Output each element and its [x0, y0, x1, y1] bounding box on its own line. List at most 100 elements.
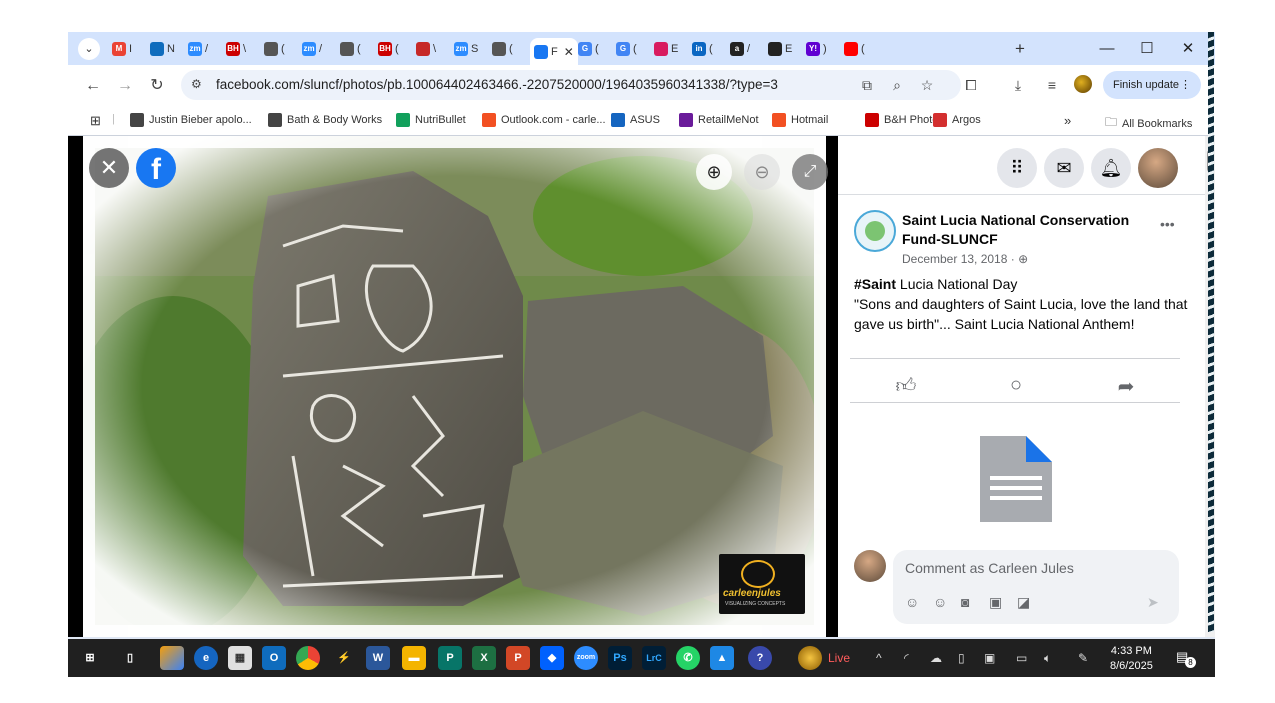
display-icon[interactable]: ▣ — [984, 651, 995, 665]
like-button[interactable]: 👍︎ — [886, 374, 926, 398]
apps-grid-icon[interactable]: ⊞ — [90, 113, 101, 129]
zoom-out-icon[interactable]: ⊖ — [744, 154, 780, 190]
lightroom-icon[interactable]: LrC — [642, 646, 666, 670]
browser-tab[interactable]: MI — [112, 38, 152, 60]
copilot-icon[interactable] — [160, 646, 184, 670]
emoji-icon[interactable]: ☺ — [933, 594, 947, 610]
browser-tab[interactable]: ( — [264, 38, 304, 60]
weather-icon[interactable] — [798, 646, 822, 670]
browser-tab[interactable]: ( — [340, 38, 380, 60]
menu-grid-icon[interactable]: ⠿ — [997, 148, 1037, 188]
hashtag-link[interactable]: #Saint — [854, 276, 896, 292]
close-tab-icon[interactable]: ✕ — [564, 45, 574, 59]
notifications-icon[interactable]: ▤ 8 — [1176, 649, 1196, 668]
extensions-icon[interactable]: ⧠ — [961, 75, 981, 95]
help-icon[interactable]: ? — [748, 646, 772, 670]
bookmark-item[interactable]: Hotmail — [772, 113, 828, 127]
dropbox-icon[interactable]: ◆ — [540, 646, 564, 670]
site-info-icon[interactable]: ⚙ — [191, 77, 202, 91]
bookmark-item[interactable]: Bath & Body Works — [268, 113, 382, 127]
share-button[interactable]: ➦ — [1106, 374, 1146, 399]
page-name-link[interactable]: Saint Lucia National Conservation Fund-S… — [902, 211, 1162, 249]
post-date[interactable]: December 13, 2018 · ⊕ — [902, 252, 1028, 266]
tab-search-button[interactable]: ⌄ — [78, 38, 102, 60]
bookmark-item[interactable]: B&H Photo — [865, 113, 938, 127]
back-button[interactable]: ← — [82, 75, 104, 97]
live-label[interactable]: Live — [828, 651, 850, 665]
zoom-icon[interactable]: ⌕ — [887, 75, 907, 95]
battery-icon[interactable]: ▭ — [1016, 651, 1027, 665]
all-bookmarks-button[interactable]: 🗀 All Bookmarks — [1105, 113, 1192, 134]
more-bookmarks-button[interactable]: » — [1064, 113, 1071, 128]
forward-button[interactable]: → — [114, 75, 136, 97]
browser-tab[interactable]: F ✕ — [530, 38, 578, 65]
bookmark-item[interactable]: Justin Bieber apolo... — [130, 113, 252, 127]
url-text[interactable]: facebook.com/sluncf/photos/pb.1000644024… — [216, 77, 778, 92]
comment-button[interactable]: ○ — [996, 374, 1036, 397]
browser-tab[interactable]: zm S — [454, 38, 494, 60]
store-icon[interactable]: ▦ — [228, 646, 252, 670]
browser-tab[interactable]: E — [654, 38, 694, 60]
new-tab-button[interactable]: + — [1015, 38, 1035, 60]
browser-tab[interactable]: ( — [492, 38, 532, 60]
photos-app-icon[interactable]: ▲ — [710, 646, 734, 670]
maximize-button[interactable]: ☐ — [1133, 38, 1161, 60]
comment-input[interactable]: Comment as Carleen Jules ☺ ☺ ◙ ▣ ◪ ➤ — [893, 550, 1179, 624]
browser-tab[interactable]: a / — [730, 38, 770, 60]
terminal-icon[interactable]: ⚡ — [332, 646, 356, 670]
word-icon[interactable]: W — [366, 646, 390, 670]
close-viewer-button[interactable]: ✕ — [89, 148, 129, 188]
browser-tab[interactable]: E — [768, 38, 808, 60]
wifi-icon[interactable]: ◜ — [904, 651, 909, 665]
zoom-app-icon[interactable]: zoom — [574, 646, 598, 670]
messenger-icon[interactable]: ✉ — [1044, 148, 1084, 188]
powerpoint-icon[interactable]: P — [506, 646, 530, 670]
bookmark-item[interactable]: Argos — [933, 113, 981, 127]
browser-tab[interactable]: G( — [616, 38, 656, 60]
browser-tab[interactable]: zm / — [188, 38, 228, 60]
photo[interactable]: carleenjules VISUALIZING CONCEPTS — [83, 136, 826, 637]
bookmark-item[interactable]: Outlook.com - carle... — [482, 113, 606, 127]
browser-tab[interactable]: zm / — [302, 38, 342, 60]
bookmark-item[interactable]: RetailMeNot — [679, 113, 759, 127]
clock[interactable]: 4:33 PM 8/6/2025 — [1110, 644, 1153, 674]
notifications-bell-icon[interactable]: 🔔︎ — [1091, 148, 1131, 188]
profile-avatar[interactable] — [1073, 75, 1093, 95]
browser-tab[interactable]: BH( — [378, 38, 418, 60]
omnibox[interactable]: ⚙ facebook.com/sluncf/photos/pb.10006440… — [181, 70, 961, 100]
sticker-icon[interactable]: ◪ — [1017, 594, 1030, 611]
star-icon[interactable]: ☆ — [917, 75, 937, 95]
outlook-icon[interactable]: O — [262, 646, 286, 670]
excel-icon[interactable]: X — [472, 646, 496, 670]
gif-icon[interactable]: ▣ — [989, 594, 1002, 611]
edge-icon[interactable]: e — [194, 646, 218, 670]
browser-tab[interactable]: N — [150, 38, 190, 60]
facebook-logo-icon[interactable]: f — [136, 148, 176, 188]
download-icon[interactable]: ⤓ — [1008, 75, 1028, 95]
bookmark-item[interactable]: NutriBullet — [396, 113, 466, 127]
reload-button[interactable]: ↻ — [146, 75, 168, 97]
avatar-sticker-icon[interactable]: ☺ — [905, 594, 919, 610]
usb-icon[interactable]: ▯ — [958, 651, 965, 665]
cast-icon[interactable]: ⧉ — [857, 75, 877, 95]
browser-tab[interactable]: Y!) — [806, 38, 846, 60]
windows-start-icon[interactable]: ⊞ — [78, 646, 102, 670]
bookmark-item[interactable]: ASUS — [611, 113, 660, 127]
account-avatar[interactable] — [1138, 148, 1178, 188]
browser-tab[interactable]: \ — [416, 38, 456, 60]
publisher-icon[interactable]: P — [438, 646, 462, 670]
volume-icon[interactable]: 🔈︎ — [1044, 651, 1051, 666]
pen-icon[interactable]: ✎ — [1078, 651, 1088, 665]
task-view-icon[interactable]: ▯ — [118, 646, 142, 670]
page-avatar[interactable] — [854, 210, 896, 252]
send-icon[interactable]: ➤ — [1147, 594, 1159, 611]
whatsapp-icon[interactable]: ✆ — [676, 646, 700, 670]
file-explorer-icon[interactable]: ▬ — [402, 646, 426, 670]
close-window-button[interactable]: ✕ — [1174, 38, 1202, 60]
minimize-button[interactable]: — — [1093, 38, 1121, 60]
more-options-button[interactable]: ••• — [1160, 216, 1175, 232]
fullscreen-icon[interactable]: ⤢ — [792, 154, 828, 190]
browser-tab[interactable]: in( — [692, 38, 732, 60]
reading-list-icon[interactable]: ≡ — [1042, 75, 1062, 95]
finish-update-button[interactable]: Finish update ⋮ — [1103, 71, 1201, 99]
